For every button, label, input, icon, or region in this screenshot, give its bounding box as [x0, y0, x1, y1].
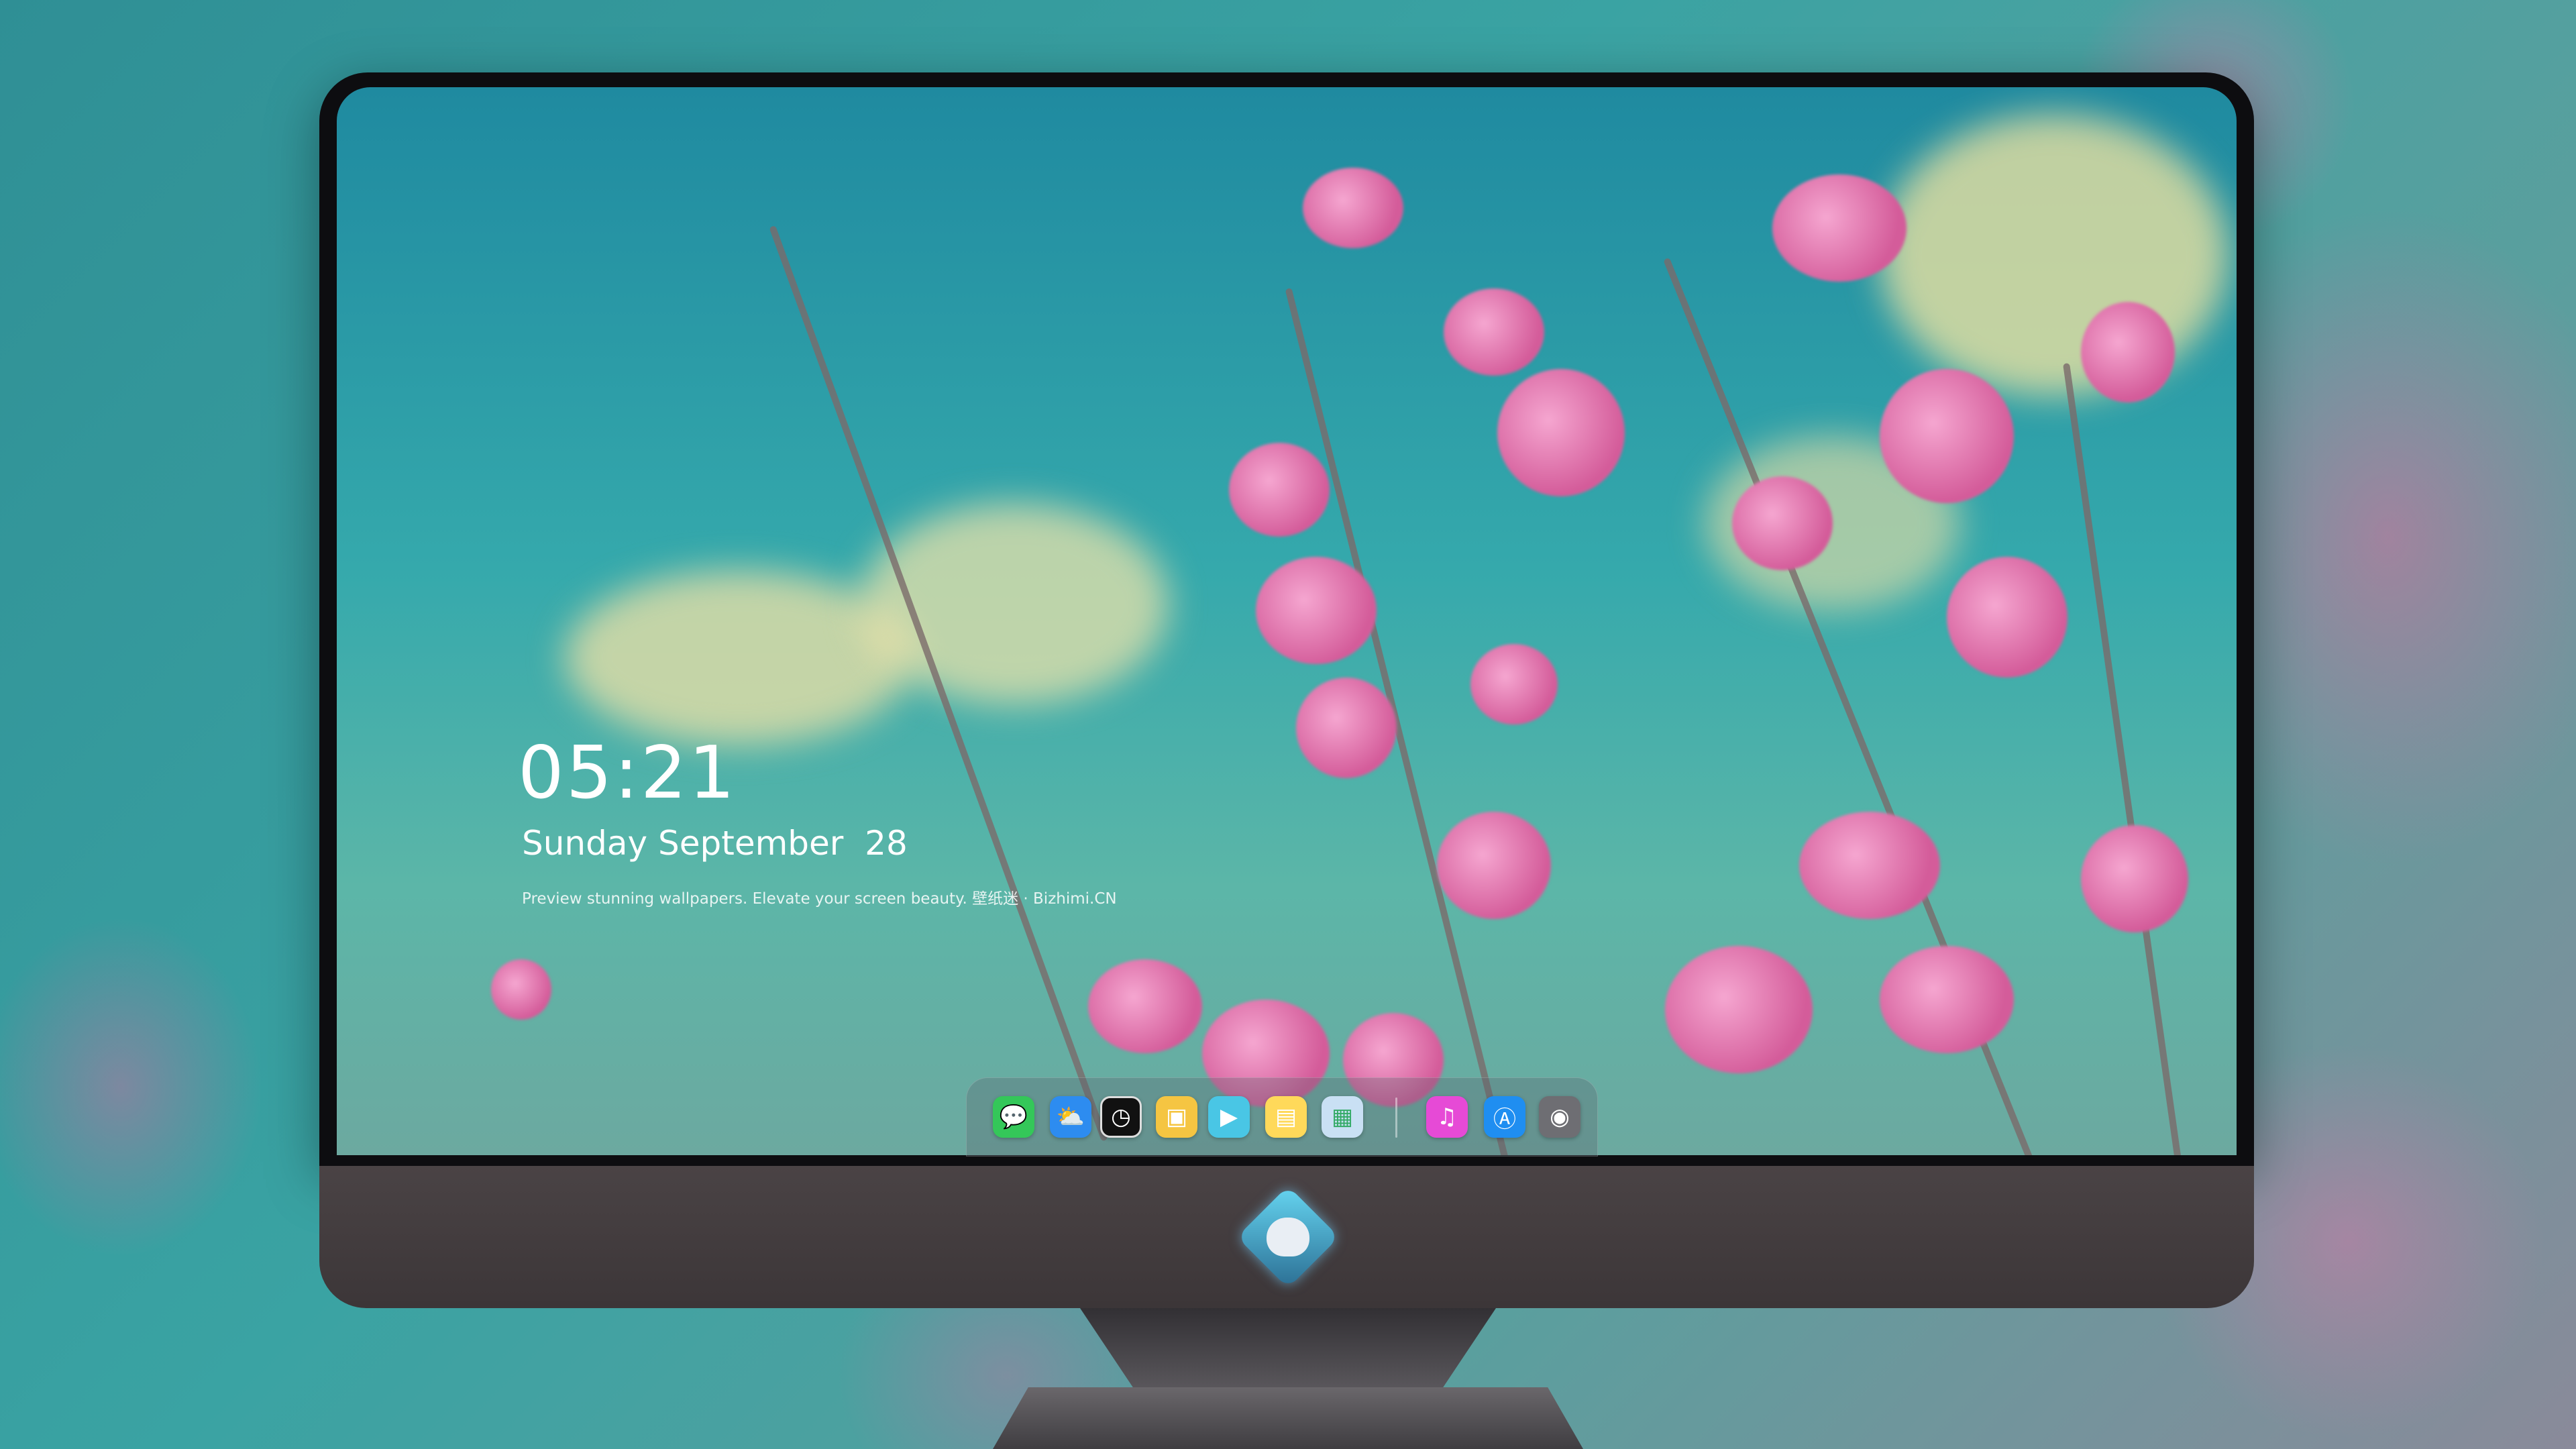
- blossom: [1732, 476, 1833, 570]
- blossom: [1296, 678, 1397, 778]
- notes-icon[interactable]: ▤: [1265, 1096, 1307, 1138]
- blossom: [1088, 959, 1202, 1053]
- blossom: [1497, 369, 1625, 496]
- app-store-icon[interactable]: Ⓐ: [1484, 1096, 1525, 1138]
- blossom: [1880, 946, 2014, 1053]
- blossom: [1229, 443, 1330, 537]
- lock-date: Sunday September 28: [522, 824, 908, 863]
- flower-stem: [2063, 362, 2182, 1155]
- clock-icon[interactable]: ◷: [1100, 1096, 1142, 1138]
- desktop-wallpaper: [337, 87, 2237, 1155]
- blossom: [1444, 288, 1544, 376]
- cloud-shape: [1880, 114, 2229, 396]
- brand-logo-face: [1267, 1218, 1309, 1256]
- wallpaper-tagline: Preview stunning wallpapers. Elevate you…: [522, 890, 1117, 908]
- monitor-stand-base: [993, 1387, 1583, 1449]
- clips-icon[interactable]: ▶: [1208, 1096, 1250, 1138]
- blossom: [2081, 825, 2188, 932]
- blossom: [1880, 369, 2014, 503]
- blossom: [1303, 168, 1403, 248]
- blossom: [1470, 644, 1558, 724]
- blossom: [1665, 946, 1813, 1073]
- camera-icon[interactable]: ◉: [1539, 1096, 1580, 1138]
- preview-icon[interactable]: ▣: [1156, 1096, 1197, 1138]
- monitor-stand-neck: [1080, 1308, 1496, 1395]
- messages-icon[interactable]: 💬: [993, 1096, 1034, 1138]
- blossom: [1947, 557, 2068, 678]
- photo-booth-icon[interactable]: ▦: [1322, 1096, 1363, 1138]
- music-icon[interactable]: ♫: [1426, 1096, 1468, 1138]
- blossom: [1437, 812, 1551, 919]
- blossom: [491, 959, 551, 1020]
- blossom: [1772, 174, 1907, 282]
- blossom: [1256, 557, 1377, 664]
- blossom: [2081, 302, 2175, 402]
- dock-separator: [1395, 1097, 1397, 1138]
- blossom: [1799, 812, 1940, 919]
- weather-icon[interactable]: ⛅: [1050, 1096, 1091, 1138]
- lock-clock: 05:21: [518, 731, 737, 815]
